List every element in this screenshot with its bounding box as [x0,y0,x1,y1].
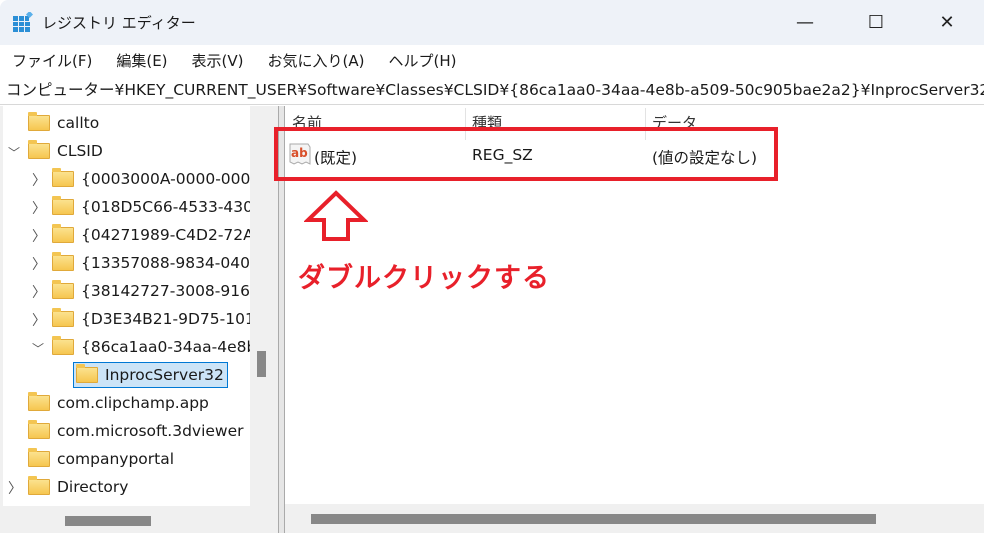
folder-icon [28,112,50,131]
chevron-right-icon[interactable]: 〉 [32,198,46,218]
tree-node[interactable]: {38142727-3008-916 [52,278,250,304]
folder-icon [76,364,98,383]
tree-node[interactable]: CLSID [28,138,103,164]
tree-node-label: Directory [57,478,129,496]
folder-icon [52,336,74,355]
tree-node[interactable]: Directory [28,474,128,500]
tree-vertical-scrollbar[interactable] [252,106,270,506]
folder-icon [52,308,74,327]
tree-node-label: callto [57,114,100,132]
menu-favorites[interactable]: お気に入り(A) [268,50,365,71]
tree-node-label: {0003000A-0000-0000 [81,170,250,188]
chevron-right-icon[interactable]: 〉 [8,478,22,498]
tree-node[interactable]: {04271989-C4D2-72A [52,222,250,248]
close-button[interactable]: ✕ [924,0,970,45]
tree-node[interactable]: com.clipchamp.app [28,390,209,416]
menu-file[interactable]: ファイル(F) [12,50,92,71]
registry-editor-icon [13,12,33,32]
tree-node[interactable]: companyportal [28,446,174,472]
tree-node[interactable]: {13357088-9834-040 [52,250,250,276]
tree-node-label: com.clipchamp.app [57,394,209,412]
chevron-right-icon[interactable]: 〉 [32,310,46,330]
tree-node-label: {04271989-C4D2-72A [81,226,250,244]
scroll-thumb[interactable] [65,516,151,526]
tree-node[interactable]: {D3E34B21-9D75-101 [52,306,250,332]
tree-node-label: com.microsoft.3dviewer [57,422,244,440]
minimize-button[interactable]: — [782,0,828,45]
tree-node-label: InprocServer32 [105,366,224,384]
scroll-thumb[interactable] [257,351,266,377]
tree-node-label: {86ca1aa0-34aa-4e8b [81,338,250,356]
maximize-button[interactable]: ☐ [853,0,899,45]
address-bar[interactable]: コンピューター¥HKEY_CURRENT_USER¥Software¥Class… [0,75,984,105]
tree-node[interactable]: callto [28,110,99,136]
folder-icon [52,224,74,243]
tree-node[interactable]: {86ca1aa0-34aa-4e8b [52,334,250,360]
chevron-right-icon[interactable]: 〉 [32,282,46,302]
tree-node-label: CLSID [57,142,103,160]
folder-icon [28,420,50,439]
menu-help[interactable]: ヘルプ(H) [388,50,456,71]
menu-edit[interactable]: 編集(E) [116,50,167,71]
tree-horizontal-scrollbar[interactable] [3,506,250,533]
chevron-right-icon[interactable]: 〉 [32,170,46,190]
folder-icon [28,140,50,159]
tree-node-label: {13357088-9834-040 [81,254,250,272]
folder-icon [52,280,74,299]
key-tree-pane: callto ﹀ CLSID 〉 {0003000A-0000-0000 〉 {018D5C… [0,106,278,533]
tree-node[interactable]: com.microsoft.3dviewer [28,418,244,444]
chevron-right-icon[interactable]: 〉 [32,226,46,246]
folder-icon [28,476,50,495]
window-title: レジストリ エディター [42,14,196,32]
tree-node[interactable]: InprocServer32 [73,362,228,388]
scroll-thumb[interactable] [311,514,876,524]
highlight-box [274,127,778,181]
up-arrow-icon [304,190,368,241]
chevron-right-icon[interactable]: 〉 [32,254,46,274]
menu-bar: ファイル(F) 編集(E) 表示(V) お気に入り(A) ヘルプ(H) [0,45,984,75]
title-bar: レジストリ エディター — ☐ ✕ [0,0,984,45]
folder-icon [52,252,74,271]
tree-node-label: {018D5C66-4533-4307 [81,198,250,216]
tree-node[interactable]: {018D5C66-4533-4307 [52,194,250,220]
tree-node-label: {D3E34B21-9D75-101 [81,310,250,328]
tree-node-label: companyportal [57,450,175,468]
folder-icon [52,196,74,215]
menu-view[interactable]: 表示(V) [192,50,244,71]
key-tree: callto ﹀ CLSID 〉 {0003000A-0000-0000 〉 {018D5C… [3,106,250,506]
folder-icon [28,448,50,467]
folder-icon [28,392,50,411]
chevron-down-icon[interactable]: ﹀ [8,144,20,161]
folder-icon [52,168,74,187]
tree-node-label: {38142727-3008-916 [81,282,250,300]
annotation-text: ダブルクリックする [298,263,550,294]
values-horizontal-scrollbar[interactable] [285,504,984,533]
tree-node[interactable]: {0003000A-0000-0000 [52,166,250,192]
chevron-down-icon[interactable]: ﹀ [32,340,44,357]
